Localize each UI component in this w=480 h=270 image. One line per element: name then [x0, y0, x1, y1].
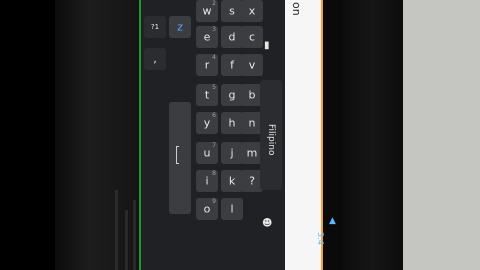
space-bar[interactable]: [169, 102, 191, 214]
key-k[interactable]: k: [221, 170, 243, 192]
language-key[interactable]: Filipino: [260, 80, 282, 190]
key-x[interactable]: x: [241, 0, 263, 22]
soft-keyboard: ?1 , z w 2 s x e 3 d c r 4 f v t 5 g b y 6 h n u 7 j m i 8 k? o 9 l ▮…: [141, 0, 285, 270]
key-label: ?1: [150, 23, 160, 31]
key-label: ,: [153, 52, 157, 66]
status-bar: ▲ 3:4: [316, 0, 343, 270]
key-hint: 8: [212, 170, 216, 177]
key-hint: 5: [212, 84, 216, 91]
key-hint: 6: [212, 112, 216, 119]
blur-stripe: [133, 200, 136, 270]
signal-icon: ▲: [329, 216, 336, 226]
key-hint: 4: [212, 54, 216, 61]
key-symbols[interactable]: ?1: [144, 16, 166, 38]
key-z[interactable]: z: [169, 16, 191, 38]
blur-stripe: [125, 210, 128, 270]
key-comma[interactable]: ,: [144, 48, 166, 70]
key-label: h: [228, 116, 236, 130]
key-y[interactable]: y6: [196, 112, 218, 134]
key-hint: 2: [212, 0, 216, 7]
key-label: x: [248, 4, 256, 18]
key-v[interactable]: v: [241, 54, 263, 76]
clipboard-icon[interactable]: ▮: [264, 40, 270, 51]
app-content-area: on: [285, 0, 323, 270]
background-gray-right: [403, 0, 480, 270]
key-hint: 9: [212, 198, 216, 205]
key-w[interactable]: w2: [196, 0, 218, 22]
app-title-fragment: on: [290, 2, 303, 16]
background-blur-left: [55, 0, 140, 270]
space-icon: [176, 146, 179, 164]
key-o[interactable]: o9: [196, 198, 218, 220]
key-label: c: [248, 30, 256, 44]
key-label: l: [230, 202, 234, 216]
key-hint: 3: [212, 26, 216, 33]
key-j[interactable]: j: [221, 142, 243, 164]
key-l[interactable]: l: [221, 198, 243, 220]
key-h[interactable]: h: [221, 112, 243, 134]
key-hint: 7: [212, 142, 216, 149]
key-label: f: [230, 58, 234, 72]
key-d[interactable]: d: [221, 26, 243, 48]
blur-stripe: [115, 190, 118, 270]
key-label: g: [228, 88, 236, 102]
key-label: k: [228, 174, 236, 188]
emoji-icon[interactable]: ☻: [262, 218, 272, 229]
key-u[interactable]: u7: [196, 142, 218, 164]
key-f[interactable]: f: [221, 54, 243, 76]
key-label: v: [248, 58, 256, 72]
key-e[interactable]: e3: [196, 26, 218, 48]
status-clock: 3:4: [316, 232, 325, 245]
key-g[interactable]: g: [221, 84, 243, 106]
key-label: z: [177, 20, 183, 34]
key-c[interactable]: c: [241, 26, 263, 48]
background-dark-right: [343, 0, 403, 270]
key-i[interactable]: i8: [196, 170, 218, 192]
key-label: s: [229, 4, 235, 18]
key-t[interactable]: t5: [196, 84, 218, 106]
key-r[interactable]: r4: [196, 54, 218, 76]
key-label: d: [228, 30, 236, 44]
key-label: j: [230, 146, 234, 160]
language-label: Filipino: [266, 124, 276, 156]
key-s[interactable]: s: [221, 0, 243, 22]
